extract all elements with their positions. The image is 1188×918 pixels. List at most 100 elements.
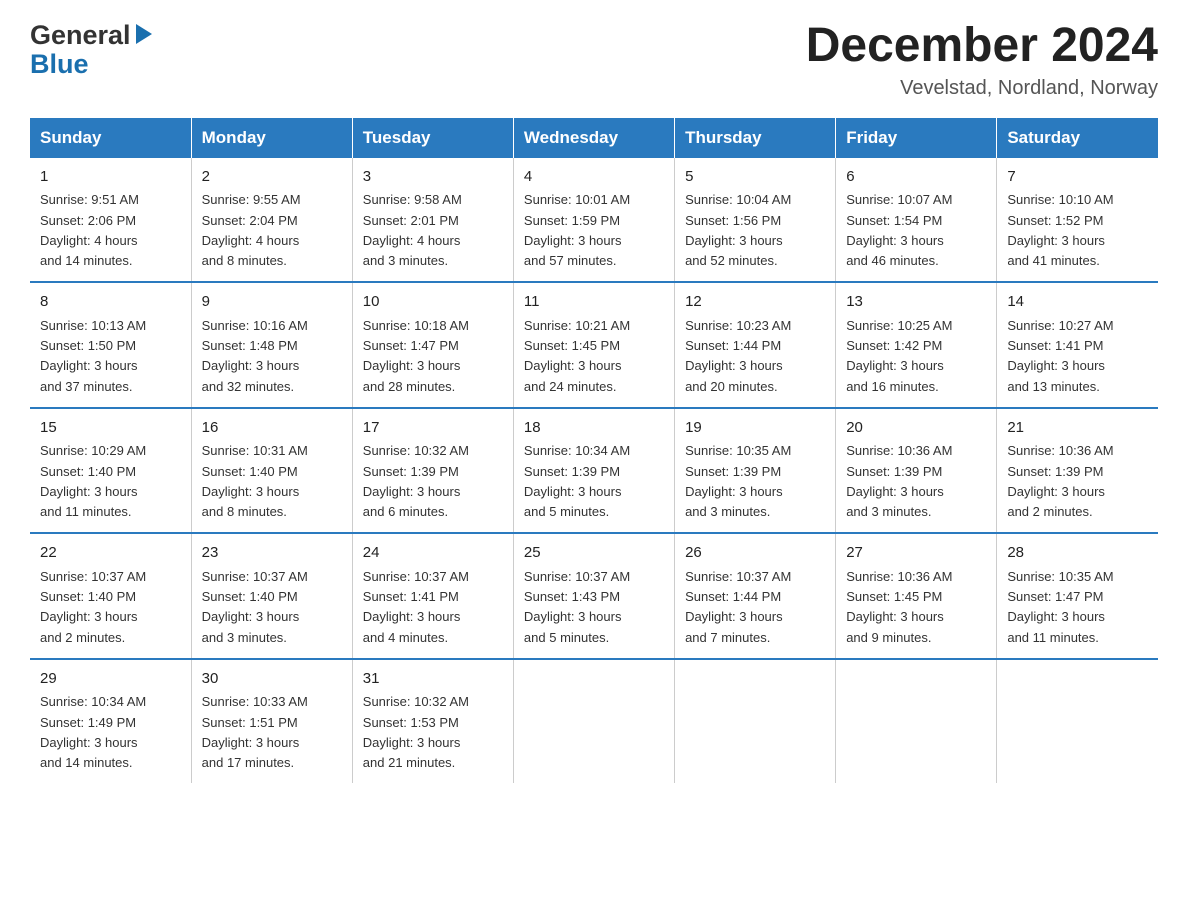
day-sunrise: Sunrise: 10:33 AM (202, 694, 308, 709)
calendar-cell (836, 659, 997, 784)
day-daylight2: and 6 minutes. (363, 504, 448, 519)
day-daylight2: and 20 minutes. (685, 379, 778, 394)
calendar-header-row: SundayMondayTuesdayWednesdayThursdayFrid… (30, 118, 1158, 158)
day-daylight: Daylight: 3 hours (524, 233, 622, 248)
calendar-week-row: 22Sunrise: 10:37 AMSunset: 1:40 PMDaylig… (30, 533, 1158, 659)
logo-blue-text: Blue (30, 49, 89, 79)
day-daylight2: and 52 minutes. (685, 253, 778, 268)
day-sunset: Sunset: 2:04 PM (202, 213, 298, 228)
day-daylight2: and 14 minutes. (40, 755, 133, 770)
day-number: 20 (846, 417, 986, 440)
day-sunset: Sunset: 1:45 PM (524, 338, 620, 353)
day-sunset: Sunset: 1:39 PM (363, 464, 459, 479)
day-sunset: Sunset: 1:52 PM (1007, 213, 1103, 228)
day-number: 24 (363, 542, 503, 565)
calendar-cell: 24Sunrise: 10:37 AMSunset: 1:41 PMDaylig… (352, 533, 513, 659)
day-sunset: Sunset: 1:40 PM (202, 464, 298, 479)
day-number: 7 (1007, 166, 1148, 189)
calendar-cell: 10Sunrise: 10:18 AMSunset: 1:47 PMDaylig… (352, 282, 513, 408)
calendar-cell: 15Sunrise: 10:29 AMSunset: 1:40 PMDaylig… (30, 408, 191, 534)
day-number: 21 (1007, 417, 1148, 440)
day-sunset: Sunset: 1:56 PM (685, 213, 781, 228)
page-title: December 2024 (806, 20, 1158, 73)
page-header: General Blue December 2024 Vevelstad, No… (30, 20, 1158, 100)
day-number: 10 (363, 291, 503, 314)
day-sunrise: Sunrise: 10:36 AM (1007, 443, 1113, 458)
day-number: 26 (685, 542, 825, 565)
day-sunset: Sunset: 1:41 PM (1007, 338, 1103, 353)
day-sunset: Sunset: 1:47 PM (363, 338, 459, 353)
day-sunrise: Sunrise: 10:32 AM (363, 443, 469, 458)
calendar-cell: 21Sunrise: 10:36 AMSunset: 1:39 PMDaylig… (997, 408, 1158, 534)
day-sunset: Sunset: 1:51 PM (202, 715, 298, 730)
day-daylight2: and 3 minutes. (363, 253, 448, 268)
day-sunset: Sunset: 2:06 PM (40, 213, 136, 228)
day-daylight: Daylight: 3 hours (202, 484, 300, 499)
day-daylight: Daylight: 3 hours (524, 358, 622, 373)
day-daylight: Daylight: 3 hours (363, 358, 461, 373)
day-sunrise: Sunrise: 10:35 AM (1007, 569, 1113, 584)
calendar-cell: 1Sunrise: 9:51 AMSunset: 2:06 PMDaylight… (30, 158, 191, 283)
day-sunrise: Sunrise: 10:10 AM (1007, 192, 1113, 207)
calendar-cell: 22Sunrise: 10:37 AMSunset: 1:40 PMDaylig… (30, 533, 191, 659)
day-number: 11 (524, 291, 664, 314)
calendar-cell: 7Sunrise: 10:10 AMSunset: 1:52 PMDayligh… (997, 158, 1158, 283)
day-number: 31 (363, 668, 503, 691)
calendar-cell (513, 659, 674, 784)
day-number: 5 (685, 166, 825, 189)
day-number: 15 (40, 417, 181, 440)
logo: General Blue (30, 20, 154, 78)
day-daylight2: and 2 minutes. (1007, 504, 1092, 519)
day-sunrise: Sunrise: 10:36 AM (846, 443, 952, 458)
day-sunset: Sunset: 1:39 PM (1007, 464, 1103, 479)
calendar-cell: 11Sunrise: 10:21 AMSunset: 1:45 PMDaylig… (513, 282, 674, 408)
title-area: December 2024 Vevelstad, Nordland, Norwa… (806, 20, 1158, 100)
day-sunset: Sunset: 1:54 PM (846, 213, 942, 228)
day-sunrise: Sunrise: 10:34 AM (40, 694, 146, 709)
day-number: 4 (524, 166, 664, 189)
calendar-cell: 23Sunrise: 10:37 AMSunset: 1:40 PMDaylig… (191, 533, 352, 659)
day-sunset: Sunset: 1:53 PM (363, 715, 459, 730)
day-sunrise: Sunrise: 10:31 AM (202, 443, 308, 458)
day-number: 27 (846, 542, 986, 565)
day-daylight: Daylight: 3 hours (846, 609, 944, 624)
day-daylight: Daylight: 3 hours (40, 735, 138, 750)
day-sunset: Sunset: 2:01 PM (363, 213, 459, 228)
day-number: 13 (846, 291, 986, 314)
day-sunrise: Sunrise: 10:16 AM (202, 318, 308, 333)
day-daylight: Daylight: 3 hours (40, 609, 138, 624)
day-daylight: Daylight: 3 hours (1007, 358, 1105, 373)
calendar-table: SundayMondayTuesdayWednesdayThursdayFrid… (30, 118, 1158, 784)
day-daylight: Daylight: 3 hours (40, 358, 138, 373)
day-daylight2: and 5 minutes. (524, 504, 609, 519)
day-daylight2: and 24 minutes. (524, 379, 617, 394)
day-daylight2: and 3 minutes. (846, 504, 931, 519)
day-daylight: Daylight: 3 hours (363, 484, 461, 499)
day-sunrise: Sunrise: 10:34 AM (524, 443, 630, 458)
day-sunrise: Sunrise: 10:32 AM (363, 694, 469, 709)
day-number: 12 (685, 291, 825, 314)
day-sunset: Sunset: 1:43 PM (524, 589, 620, 604)
day-sunset: Sunset: 1:45 PM (846, 589, 942, 604)
calendar-cell: 2Sunrise: 9:55 AMSunset: 2:04 PMDaylight… (191, 158, 352, 283)
day-daylight2: and 16 minutes. (846, 379, 939, 394)
day-number: 14 (1007, 291, 1148, 314)
day-sunrise: Sunrise: 10:04 AM (685, 192, 791, 207)
day-daylight2: and 8 minutes. (202, 504, 287, 519)
column-header-monday: Monday (191, 118, 352, 158)
day-daylight: Daylight: 3 hours (685, 609, 783, 624)
day-daylight2: and 11 minutes. (40, 504, 132, 519)
day-daylight2: and 41 minutes. (1007, 253, 1100, 268)
column-header-wednesday: Wednesday (513, 118, 674, 158)
day-sunset: Sunset: 1:48 PM (202, 338, 298, 353)
day-sunrise: Sunrise: 10:37 AM (202, 569, 308, 584)
day-sunrise: Sunrise: 10:23 AM (685, 318, 791, 333)
calendar-cell: 29Sunrise: 10:34 AMSunset: 1:49 PMDaylig… (30, 659, 191, 784)
day-sunset: Sunset: 1:44 PM (685, 338, 781, 353)
day-sunrise: Sunrise: 10:35 AM (685, 443, 791, 458)
day-daylight2: and 11 minutes. (1007, 630, 1099, 645)
day-daylight: Daylight: 3 hours (685, 233, 783, 248)
day-number: 28 (1007, 542, 1148, 565)
day-daylight2: and 7 minutes. (685, 630, 770, 645)
column-header-friday: Friday (836, 118, 997, 158)
